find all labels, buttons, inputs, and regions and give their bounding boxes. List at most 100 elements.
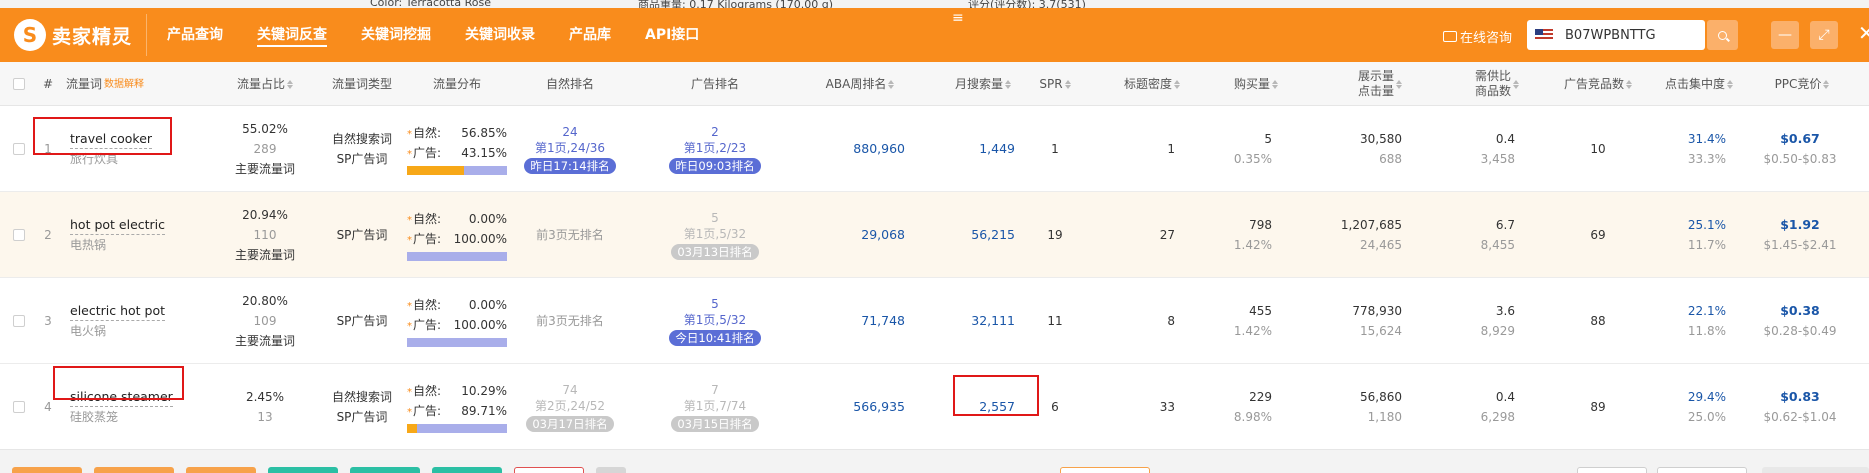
header-aba-rank[interactable]: ABA周排名 (815, 62, 905, 106)
header-traffic-share[interactable]: 流量占比 (225, 62, 305, 106)
header-traffic-share-label: 流量占比 (236, 76, 285, 91)
aba-rank-value[interactable]: 29,068 (861, 225, 905, 245)
aba-rank-value[interactable]: 566,935 (853, 397, 905, 417)
search-button[interactable] (1707, 20, 1738, 50)
ad-rank-page: 第1页,5/32 (683, 313, 747, 327)
close-icon[interactable]: ✕ (1858, 21, 1869, 45)
row-checkbox[interactable] (12, 192, 26, 278)
minimize-button[interactable]: — (1771, 21, 1799, 49)
nav-keyword-reverse[interactable]: 关键词反查 (240, 8, 344, 62)
row-checkbox[interactable] (12, 364, 26, 450)
table-row[interactable]: 3 electric hot pot 电火锅 20.80% 109 主要流量词 … (0, 278, 1869, 364)
spr-cell: 6 (1040, 364, 1070, 450)
ad-rank-cell[interactable]: 2 第1页,2/23 昨日09:03排名 (660, 106, 770, 192)
drag-handle-icon[interactable]: ≡ (952, 10, 964, 26)
keyword-type-sp: SP广告词 (336, 228, 388, 242)
table-row[interactable]: 1 travel cooker 旅行炊具 55.02% 289 主要流量词 自然… (0, 106, 1869, 192)
expand-icon: ⤢ (1818, 27, 1830, 43)
keyword-link[interactable]: hot pot electric (70, 216, 166, 235)
table-row[interactable]: 4 silicone steamer 硅胶蒸笼 2.45% 13 自然搜索词 S… (0, 364, 1869, 450)
select-all-checkbox[interactable] (12, 62, 26, 106)
nav-keyword-index[interactable]: 关键词收录 (448, 8, 552, 62)
impressions-cell: 1,207,685 24,465 (1310, 192, 1402, 278)
keyword-link[interactable]: silicone steamer (70, 388, 173, 407)
nav-api[interactable]: API接口 (628, 8, 716, 62)
ppc-bid-value: $0.67 (1780, 131, 1820, 146)
header-impressions[interactable]: 展示量 点击量 (1350, 62, 1410, 106)
traffic-share-count: 110 (253, 228, 277, 242)
nav-product-search[interactable]: 产品查询 (150, 8, 240, 62)
us-flag-icon[interactable] (1535, 29, 1553, 41)
ppc-bid-value: $0.83 (1780, 389, 1820, 404)
sort-icon (888, 79, 895, 89)
header-purchases[interactable]: 购买量 (1226, 62, 1286, 106)
bottom-button-9[interactable] (1060, 467, 1150, 473)
traffic-distribution-bar (407, 251, 507, 261)
expand-button[interactable]: ⤢ (1810, 21, 1838, 49)
online-consult-link[interactable]: 在线咨询 (1443, 27, 1512, 46)
bottom-button-12[interactable] (1762, 467, 1869, 473)
keyword-type-cell: 自然搜索词 SP广告词 (322, 364, 402, 450)
sort-icon (1064, 79, 1071, 89)
ad-rank-cell[interactable]: 7 第1页,7/74 03月15日排名 (660, 364, 770, 450)
keyword-link[interactable]: electric hot pot (70, 302, 166, 321)
purchases-cell: 229 8.98% (1220, 364, 1272, 450)
organic-share-label-wrap: *自然: (407, 210, 441, 230)
organic-rank-none: 前3页无排名 (536, 314, 604, 328)
aba-rank-value[interactable]: 71,748 (861, 311, 905, 331)
row-index: 3 (44, 314, 52, 328)
nav-keyword-mining[interactable]: 关键词挖掘 (344, 8, 448, 62)
ad-share-label-wrap: *广告: (407, 144, 441, 164)
ad-products-cell: 88 (1568, 278, 1628, 364)
bottom-button-7[interactable] (514, 467, 584, 473)
bottom-button-3[interactable] (186, 467, 256, 473)
header-ad-products[interactable]: 广告竞品数 (1548, 62, 1648, 106)
ad-rank-cell[interactable]: 5 第1页,5/32 03月13日排名 (660, 192, 770, 278)
bottom-button-10[interactable] (1577, 467, 1647, 473)
bottom-button-5[interactable] (350, 467, 420, 473)
ad-products-value: 10 (1590, 142, 1606, 156)
bottom-button-11[interactable] (1657, 467, 1747, 473)
table-header: # 流量词 数据解释 流量占比 流量词类型 流量分布 自然排名 广告排名 ABA… (0, 62, 1869, 106)
header-aba-rank-label: ABA周排名 (825, 76, 887, 91)
click-concentration-secondary: 11.7% (1687, 238, 1726, 252)
monthly-search-value[interactable]: 2,557 (979, 397, 1015, 417)
impressions-cell: 30,580 688 (1310, 106, 1402, 192)
row-checkbox[interactable] (12, 278, 26, 364)
bottom-button-6[interactable] (432, 467, 502, 473)
organic-share-label: 自然: (413, 297, 442, 312)
ad-rank-cell[interactable]: 5 第1页,5/32 今日10:41排名 (660, 278, 770, 364)
row-checkbox[interactable] (12, 106, 26, 192)
header-supply-ratio[interactable]: 需供比 商品数 (1467, 62, 1527, 106)
organic-rank-cell[interactable]: 24 第1页,24/36 昨日17:14排名 (515, 106, 625, 192)
asin-input[interactable] (1565, 27, 1705, 43)
bottom-button-8[interactable] (596, 467, 626, 473)
header-ppc[interactable]: PPC竞价 (1762, 62, 1842, 106)
row-index-cell: 3 (40, 278, 56, 364)
bottom-button-1[interactable] (12, 467, 82, 473)
nav-product-library[interactable]: 产品库 (552, 8, 628, 62)
app-logo[interactable]: S 卖家精灵 (14, 19, 132, 51)
table-row[interactable]: 2 hot pot electric 电热锅 20.94% 110 主要流量词 … (0, 192, 1869, 278)
monthly-search-value[interactable]: 56,215 (971, 225, 1015, 245)
organic-rank-cell[interactable]: 74 第2页,24/52 03月17日排名 (515, 364, 625, 450)
clicks-value: 24,465 (1360, 238, 1402, 252)
monthly-search-value[interactable]: 32,111 (971, 311, 1015, 331)
header-click-concentration[interactable]: 点击集中度 (1654, 62, 1744, 106)
data-explain-link[interactable]: 数据解释 (104, 77, 144, 92)
bottom-button-4[interactable] (268, 467, 338, 473)
monthly-search-value[interactable]: 1,449 (979, 139, 1015, 159)
purchases-cell: 455 1.42% (1220, 278, 1272, 364)
traffic-share-count: 13 (257, 410, 273, 424)
header-traffic-dist: 流量分布 (432, 76, 481, 91)
bottom-button-2[interactable] (94, 467, 174, 473)
header-title-density[interactable]: 标题密度 (1117, 62, 1187, 106)
keyword-type-organic: 自然搜索词 (331, 132, 392, 146)
organic-rank-position: 74 (562, 383, 578, 397)
aba-rank-value[interactable]: 880,960 (853, 139, 905, 159)
keyword-link[interactable]: travel cooker (70, 130, 153, 149)
header-monthly-search[interactable]: 月搜索量 (948, 62, 1018, 106)
header-spr[interactable]: SPR (1032, 62, 1078, 106)
header-spr-label: SPR (1039, 76, 1063, 91)
aba-rank-cell: 880,960 (820, 106, 905, 192)
